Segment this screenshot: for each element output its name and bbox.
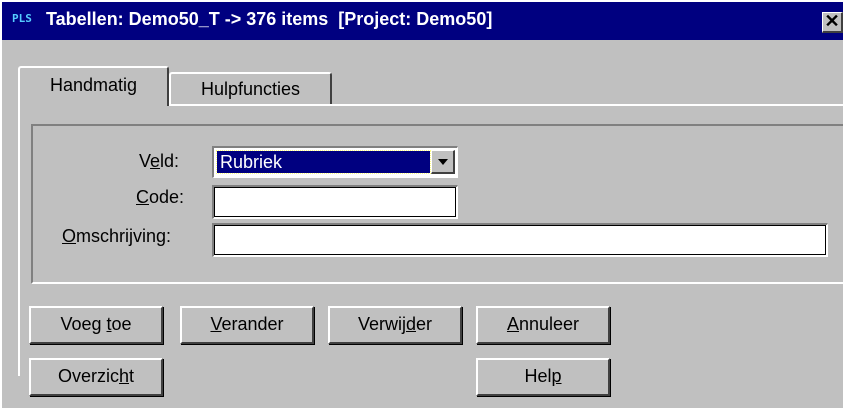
help-button[interactable]: Help — [476, 358, 610, 396]
veld-label: Veld: — [139, 151, 180, 171]
tab-hulpfuncties[interactable]: Hulpfuncties — [169, 72, 332, 106]
code-field[interactable] — [212, 185, 458, 219]
verwijder-button[interactable]: Verwijder — [328, 306, 462, 344]
window-title: Tabellen: Demo50_T -> 376 items [Project… — [46, 9, 493, 29]
code-label: Code: — [136, 187, 185, 207]
fields-group: Veld: Rubriek Code: Omschrijving: — [31, 124, 843, 284]
close-icon: ✕ — [824, 11, 840, 31]
overzicht-button[interactable]: Overzicht — [29, 358, 163, 396]
veld-select-value: Rubriek — [216, 150, 431, 174]
dialog-window: PLS Tabellen: Demo50_T -> 376 items [Pro… — [0, 0, 843, 408]
title-bar[interactable]: PLS Tabellen: Demo50_T -> 376 items [Pro… — [2, 2, 843, 40]
omschrijving-field[interactable] — [212, 223, 828, 257]
veld-dropdown-button[interactable] — [431, 150, 455, 174]
verander-button[interactable]: Verander — [180, 306, 314, 344]
omschrijving-label: Omschrijving: — [62, 226, 172, 246]
close-button[interactable]: ✕ — [822, 12, 843, 33]
annuleer-button[interactable]: Annuleer — [476, 306, 610, 344]
voeg-toe-button[interactable]: Voeg toe — [29, 306, 163, 344]
chevron-down-icon — [438, 159, 448, 165]
tab-handmatig[interactable]: Handmatig — [18, 66, 169, 106]
app-icon: PLS — [12, 12, 32, 25]
veld-select[interactable]: Rubriek — [212, 146, 458, 178]
